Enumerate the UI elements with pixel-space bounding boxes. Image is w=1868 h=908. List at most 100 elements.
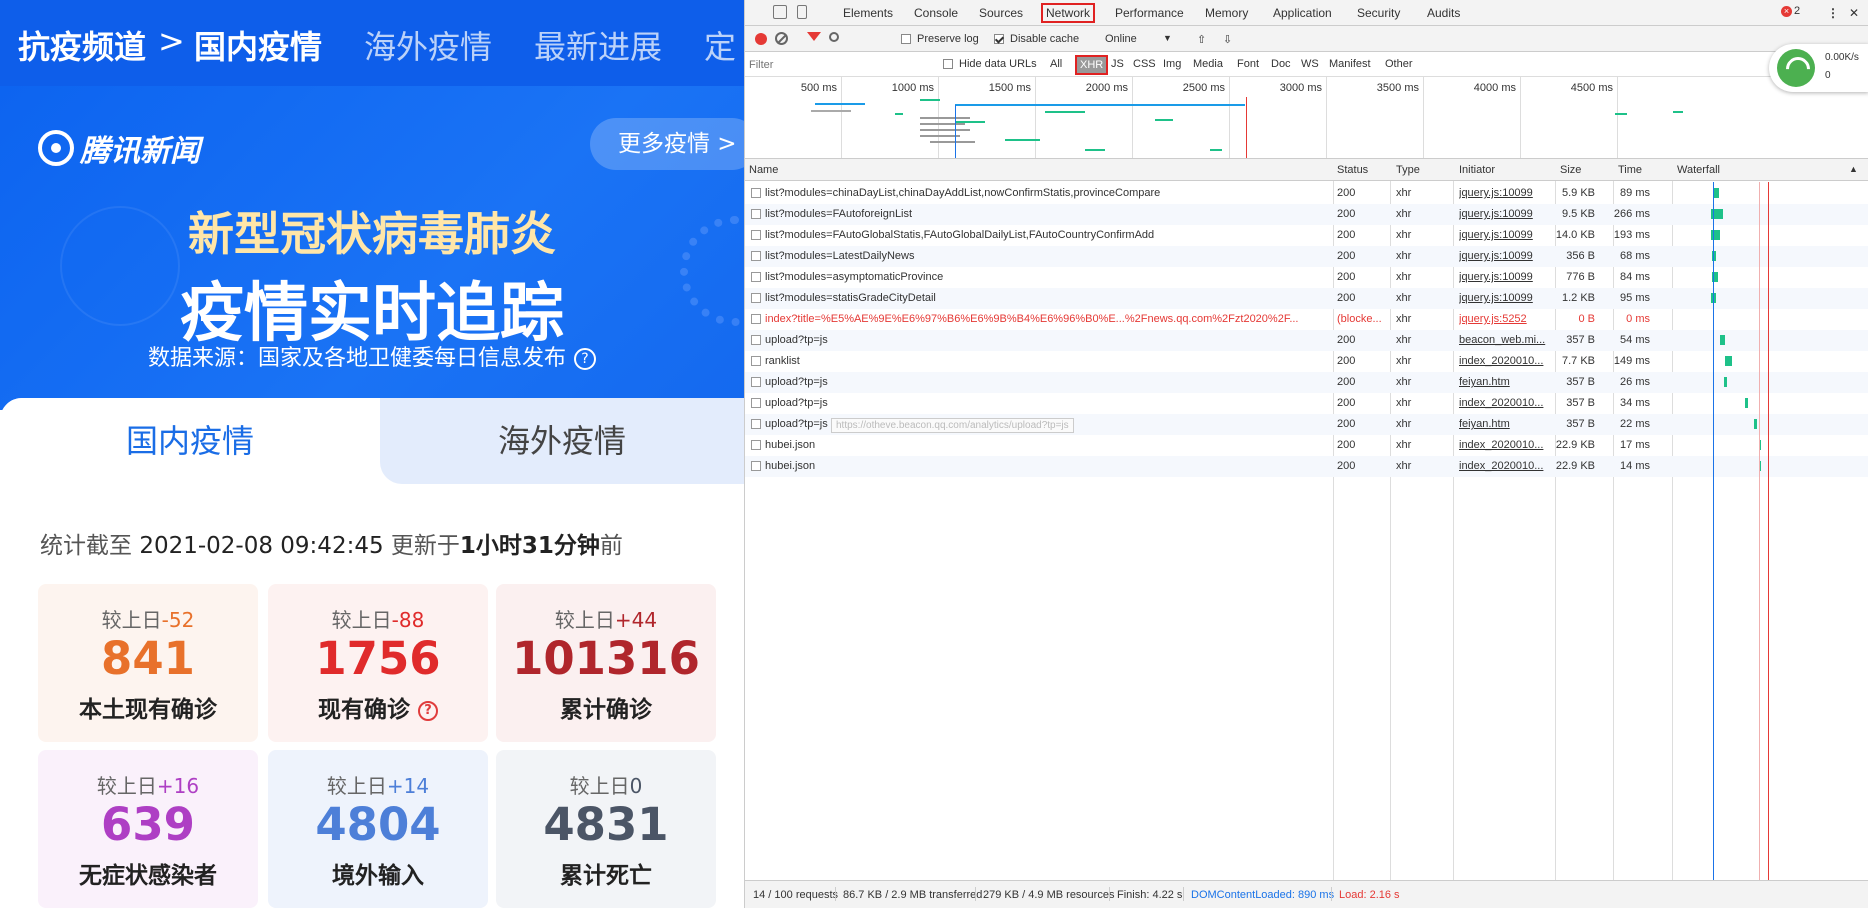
tab-domestic[interactable]: 国内疫情 [0, 398, 380, 484]
overview-segment [1045, 111, 1085, 113]
row-status: 200 [1337, 250, 1356, 262]
nav-item-domestic[interactable]: 国内疫情 [194, 22, 322, 68]
row-name[interactable]: list?modules=FAutoGlobalStatis,FAutoGlob… [765, 229, 1315, 241]
stat-card: 较上日+16 639 无症状感染者 [38, 750, 258, 908]
devtools-panel: Elements Console Sources Network Perform… [744, 0, 1868, 908]
screen: 抗疫频道 > 国内疫情 海外疫情 最新进展 定 腾讯新闻 更多疫情 > 新型冠状… [0, 0, 1868, 908]
table-row[interactable]: list?modules=FAutoGlobalStatis,FAutoGlob… [745, 225, 1868, 246]
table-row[interactable]: list?modules=LatestDailyNews 200 xhr jquery… [745, 246, 1868, 267]
chevron-down-icon[interactable]: ▼ [1163, 33, 1172, 43]
row-name[interactable]: list?modules=statisGradeCityDetail [765, 292, 1315, 304]
throttle-select[interactable]: Online [1105, 33, 1137, 45]
row-name[interactable]: list?modules=FAutoforeignList [765, 208, 1315, 220]
overview-tick-label: 1500 ms [988, 82, 1031, 94]
col-initiator[interactable]: Initiator [1459, 164, 1495, 176]
row-name[interactable]: hubei.json [765, 439, 1315, 451]
col-waterfall[interactable]: Waterfall [1677, 164, 1720, 176]
filter-media[interactable]: Media [1193, 58, 1223, 70]
row-name[interactable]: list?modules=asymptomaticProvince [765, 271, 1315, 283]
row-size: 7.7 KB [1561, 355, 1595, 367]
filter-js[interactable]: JS [1111, 58, 1124, 70]
filter-css[interactable]: CSS [1133, 58, 1156, 70]
waterfall-load-line [1768, 182, 1769, 880]
error-count[interactable]: × 2 [1781, 5, 1800, 17]
row-name[interactable]: upload?tp=js [765, 397, 1315, 409]
filter-xhr[interactable]: XHR [1075, 55, 1109, 75]
table-row[interactable]: list?modules=asymptomaticProvince 200 xhr j… [745, 267, 1868, 288]
row-status: 200 [1337, 376, 1356, 388]
inspect-element-icon[interactable] [773, 5, 787, 19]
nav-item-latest[interactable]: 最新进展 [534, 22, 662, 68]
table-row[interactable]: hubei.json 200 xhr index_2020010... 22.9 KB 1… [745, 456, 1868, 477]
table-row[interactable]: list?modules=chinaDayList,chinaDayAddLis… [745, 183, 1868, 204]
table-row[interactable]: hubei.json 200 xhr index_2020010... 22.9 KB 1… [745, 435, 1868, 456]
filter-manifest[interactable]: Manifest [1329, 58, 1371, 70]
sort-asc-icon[interactable]: ▲ [1849, 164, 1858, 174]
stat-card-change: 较上日0 [569, 774, 643, 798]
tab-security[interactable]: Security [1357, 6, 1400, 20]
row-status: 200 [1337, 439, 1356, 451]
tab-console[interactable]: Console [914, 6, 958, 20]
row-name[interactable]: list?modules=chinaDayList,chinaDayAddLis… [765, 187, 1315, 199]
table-row[interactable]: upload?tp=js 200 xhr beacon_web.mi... 357 B5… [745, 330, 1868, 351]
filter-img[interactable]: Img [1163, 58, 1181, 70]
tab-memory[interactable]: Memory [1205, 6, 1248, 20]
import-har-icon[interactable]: ⇧ [1197, 33, 1206, 46]
nav-channel[interactable]: 抗疫频道 [18, 22, 146, 68]
table-row[interactable]: list?modules=statisGradeCityDetail 200 xhr… [745, 288, 1868, 309]
timeline-overview[interactable]: 500 ms 1000 ms 1500 ms 2000 ms 2500 ms 3000 m… [745, 77, 1868, 159]
filter-other[interactable]: Other [1385, 58, 1413, 70]
search-icon[interactable] [829, 32, 839, 42]
col-type[interactable]: Type [1396, 164, 1420, 176]
clear-icon[interactable] [775, 32, 788, 45]
tab-sources[interactable]: Sources [979, 6, 1023, 20]
nav-item-overseas[interactable]: 海外疫情 [364, 22, 492, 68]
filter-all[interactable]: All [1050, 58, 1062, 70]
table-row[interactable]: upload?tp=js 200 xhr index_2020010... 357 B3… [745, 393, 1868, 414]
row-name[interactable]: ranklist [765, 355, 1315, 367]
filter-doc[interactable]: Doc [1271, 58, 1291, 70]
tab-network[interactable]: Network [1041, 3, 1096, 23]
tab-audits[interactable]: Audits [1427, 6, 1460, 20]
disable-cache-checkbox[interactable] [994, 34, 1004, 44]
col-status[interactable]: Status [1337, 164, 1368, 176]
network-speed-widget[interactable]: 0.00K/s 0 [1769, 44, 1868, 92]
filter-input[interactable] [749, 56, 909, 73]
tab-overseas[interactable]: 海外疫情 [380, 398, 744, 484]
row-time: 22 ms [1620, 418, 1650, 430]
col-size[interactable]: Size [1560, 164, 1581, 176]
row-status: 200 [1337, 187, 1356, 199]
device-toolbar-icon[interactable] [797, 5, 807, 19]
tab-elements[interactable]: Elements [843, 6, 893, 20]
close-devtools-icon[interactable]: ✕ [1849, 6, 1859, 20]
row-name[interactable]: hubei.json [765, 460, 1315, 472]
file-icon [751, 377, 761, 387]
more-options-icon[interactable]: ⋮ [1827, 6, 1839, 20]
tab-performance[interactable]: Performance [1115, 6, 1184, 20]
table-row[interactable]: ranklist 200 xhr index_2020010... 7.7 KB 149 … [745, 351, 1868, 372]
row-name[interactable]: upload?tp=js [765, 376, 1315, 388]
filter-ws[interactable]: WS [1301, 58, 1319, 70]
col-name[interactable]: Name [749, 164, 778, 176]
filter-icon[interactable] [807, 32, 821, 41]
export-har-icon[interactable]: ⇩ [1223, 33, 1232, 46]
table-row[interactable]: upload?tp=js 200 xhr feiyan.htm 357 B 26 ms [745, 372, 1868, 393]
file-icon [751, 440, 761, 450]
help-icon[interactable]: ? [574, 348, 596, 370]
row-name[interactable]: list?modules=LatestDailyNews [765, 250, 1315, 262]
file-icon [751, 419, 761, 429]
help-icon[interactable]: ? [418, 700, 438, 721]
row-name[interactable]: index?title=%E5%AE%9E%E6%97%B6%E6%9B%B4%… [765, 313, 1315, 325]
table-row[interactable]: list?modules=FAutoforeignList 200 xhr jquer… [745, 204, 1868, 225]
more-epidemic-button[interactable]: 更多疫情 > [590, 118, 744, 170]
filter-font[interactable]: Font [1237, 58, 1259, 70]
table-row[interactable]: index?title=%E5%AE%9E%E6%97%B6%E6%9B%B4%… [745, 309, 1868, 330]
preserve-log-checkbox[interactable] [901, 34, 911, 44]
record-icon[interactable] [755, 33, 767, 45]
hide-data-urls-checkbox[interactable] [943, 59, 953, 69]
col-time[interactable]: Time [1618, 164, 1642, 176]
tab-application[interactable]: Application [1273, 6, 1332, 20]
row-name[interactable]: upload?tp=js [765, 334, 1315, 346]
stat-card: 较上日-88 1756 现有确诊 ? [268, 584, 488, 742]
nav-item-more[interactable]: 定 [704, 22, 736, 68]
